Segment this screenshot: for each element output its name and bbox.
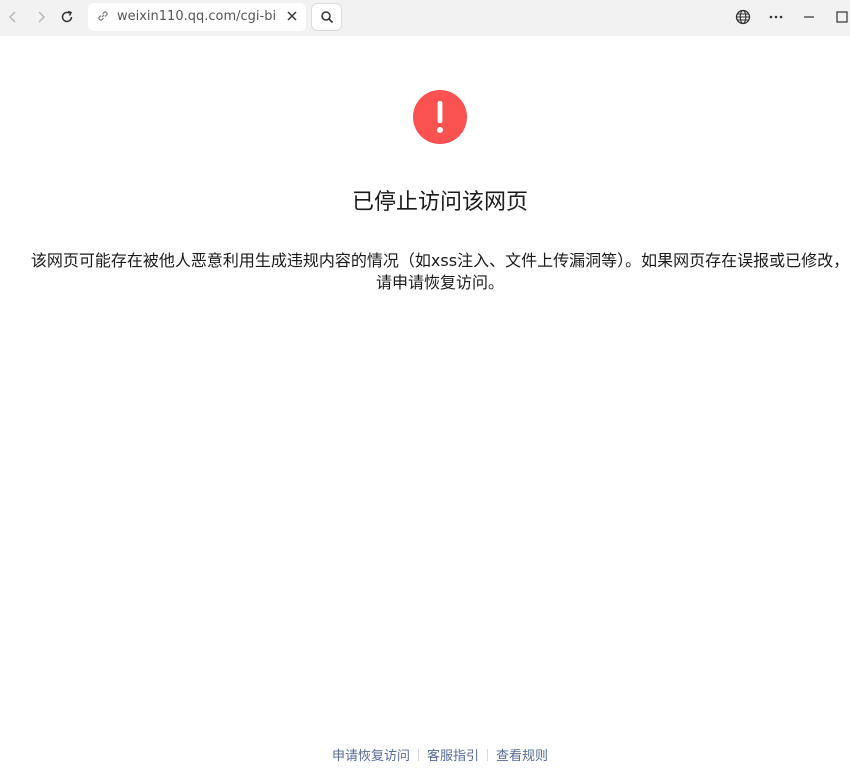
translate-button[interactable] bbox=[732, 6, 754, 28]
address-bar[interactable]: weixin110.qq.com/cgi-bin/readtemplate bbox=[88, 3, 306, 31]
restore-access-link[interactable]: 申请恢复访问 bbox=[332, 749, 410, 764]
clear-address-button[interactable] bbox=[284, 8, 300, 24]
search-button[interactable] bbox=[311, 3, 342, 31]
footer-divider bbox=[487, 749, 488, 761]
browser-toolbar: weixin110.qq.com/cgi-bin/readtemplate bbox=[0, 0, 850, 36]
warning-icon bbox=[413, 90, 467, 144]
globe-icon bbox=[735, 9, 751, 25]
back-button[interactable] bbox=[2, 6, 24, 28]
customer-service-link[interactable]: 客服指引 bbox=[427, 749, 479, 764]
page-description: 该网页可能存在被他人恶意利用生成违规内容的情况（如xss注入、文件上传漏洞等）。… bbox=[30, 251, 850, 292]
forward-icon bbox=[38, 11, 46, 23]
search-icon bbox=[320, 11, 333, 24]
address-text[interactable]: weixin110.qq.com/cgi-bin/readtemplate bbox=[117, 9, 277, 24]
minimize-icon bbox=[804, 16, 814, 18]
back-icon bbox=[8, 11, 16, 23]
refresh-button[interactable] bbox=[56, 6, 78, 28]
footer-links: 申请恢复访问 客服指引 查看规则 bbox=[0, 745, 850, 764]
footer-divider bbox=[417, 749, 419, 761]
maximize-icon bbox=[836, 11, 848, 23]
exclamation-icon bbox=[437, 101, 443, 133]
close-icon bbox=[287, 11, 297, 21]
more-icon bbox=[769, 15, 783, 19]
more-button[interactable] bbox=[765, 6, 787, 28]
page-title: 已停止访问该网页 bbox=[351, 190, 528, 215]
minimize-button[interactable] bbox=[798, 6, 820, 28]
link-icon bbox=[98, 11, 108, 21]
forward-button[interactable] bbox=[30, 6, 52, 28]
view-rules-link[interactable]: 查看规则 bbox=[496, 749, 548, 764]
refresh-icon bbox=[61, 10, 73, 23]
maximize-button[interactable] bbox=[831, 6, 850, 28]
